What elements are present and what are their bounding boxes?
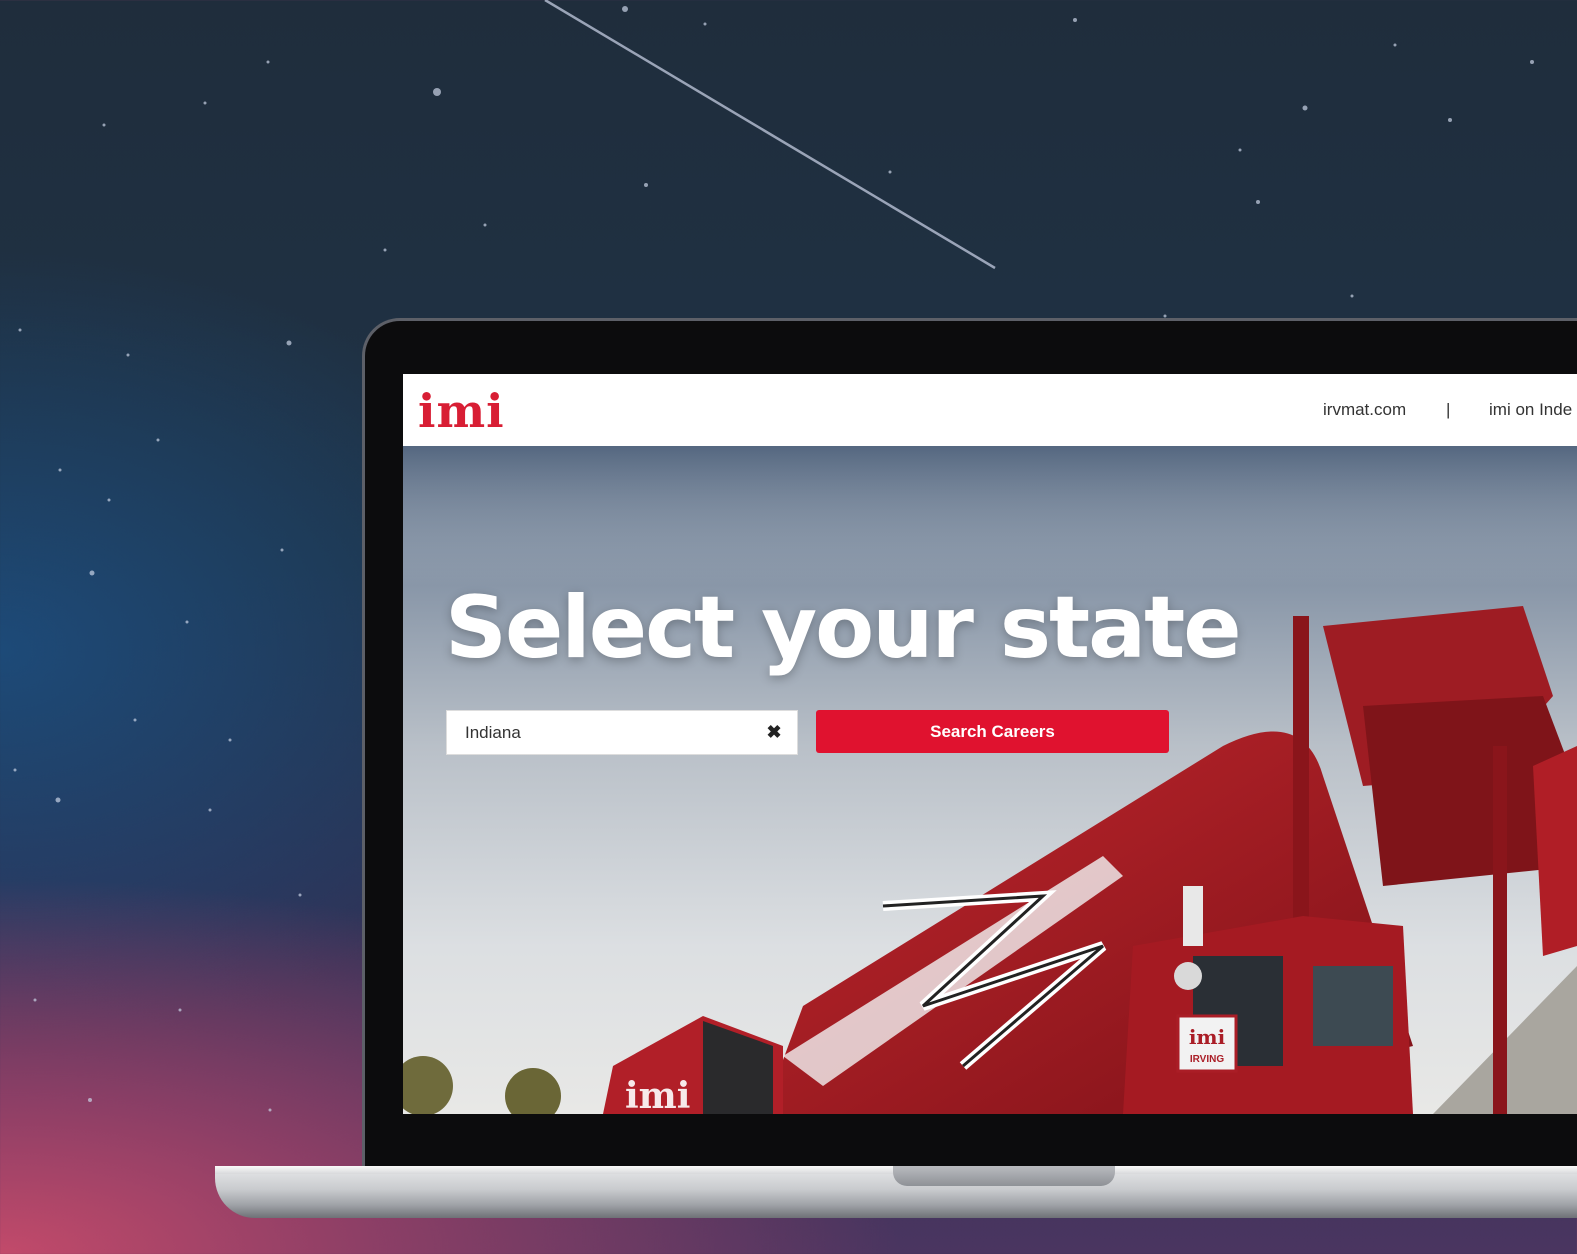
truck-brand-text: imi (625, 1075, 690, 1114)
page-title: Select your state (445, 578, 1242, 678)
nav-divider-label: | (1446, 400, 1451, 419)
hero-banner: imi IRVING imi Select your state ✖ Searc… (403, 446, 1577, 1114)
browser-screen: imi irvmat.com | imi on Inde imi IRVING … (403, 374, 1577, 1114)
state-input[interactable] (447, 711, 783, 754)
nav-link-imi-on-indeed[interactable]: imi on Inde (1489, 374, 1572, 446)
clear-icon[interactable]: ✖ (763, 721, 785, 743)
site-header: imi irvmat.com | imi on Inde (403, 374, 1577, 446)
mixer-truck-image: imi IRVING imi (403, 446, 1577, 1114)
imi-logo[interactable]: imi (418, 384, 505, 438)
nav-link-label[interactable]: irvmat.com (1323, 400, 1406, 420)
shooting-star (544, 0, 996, 270)
nav-link-label[interactable]: imi on Inde (1489, 400, 1572, 420)
nav-divider: | (1446, 374, 1450, 446)
state-selector[interactable]: ✖ (446, 710, 798, 755)
nav-link-irvmat[interactable]: irvmat.com (1323, 374, 1406, 446)
truck-plate-text: imi (1189, 1025, 1226, 1049)
truck-plate-subtext: IRVING (1190, 1054, 1224, 1065)
search-careers-button[interactable]: Search Careers (816, 710, 1169, 753)
laptop-opening-notch (893, 1166, 1115, 1186)
